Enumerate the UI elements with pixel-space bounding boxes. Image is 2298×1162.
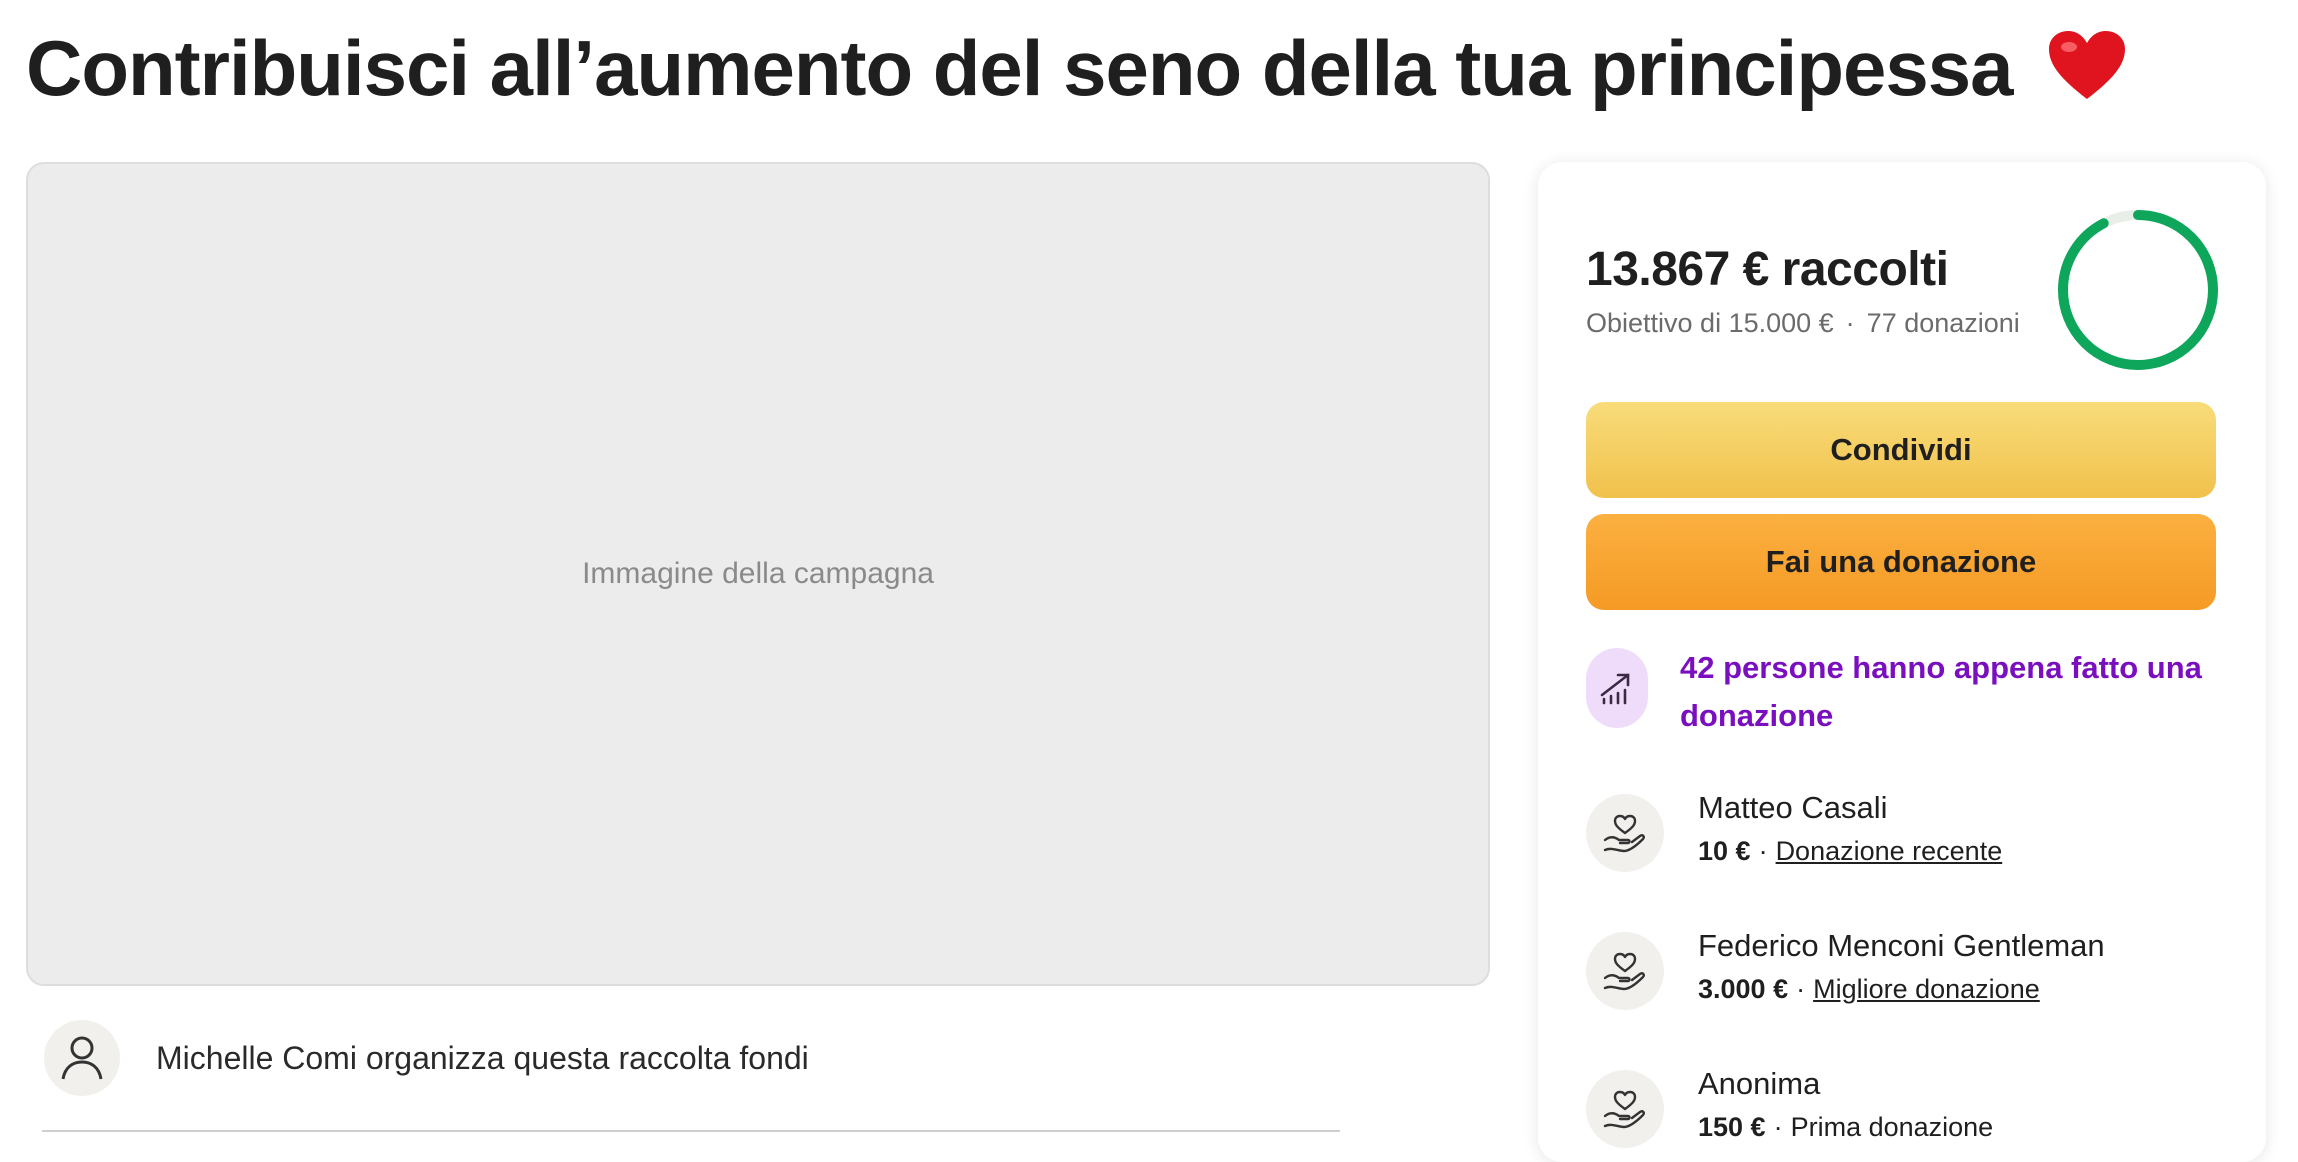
donate-button[interactable]: Fai una donazione (1586, 514, 2216, 610)
donor-amount: 3.000 € (1698, 974, 1789, 1004)
donor-tag-link[interactable]: Migliore donazione (1813, 974, 2040, 1004)
donor-tag-link[interactable]: Prima donazione (1791, 1112, 1994, 1142)
person-icon (44, 1020, 120, 1096)
progress-ring (2058, 210, 2218, 370)
organizer-row: Michelle Comi organizza questa raccolta … (44, 1020, 809, 1096)
donor-amount: 10 € (1698, 836, 1751, 866)
donor-meta: 10 € · Donazione recente (1698, 836, 2002, 867)
goal-separator: · (1845, 308, 1855, 338)
donor-item: Anonima 150 € · Prima donazione (1586, 1066, 2226, 1156)
divider (42, 1130, 1340, 1132)
heart-emoji-icon (2047, 24, 2127, 124)
donor-item: Federico Menconi Gentleman 3.000 € · Migli… (1586, 928, 2226, 1018)
goal-line: Obiettivo di 15.000 € · 77 donazioni (1586, 308, 2020, 339)
campaign-image-placeholder: Immagine della campagna (582, 557, 934, 590)
raised-amount: 13.867 € raccolti (1586, 243, 1949, 296)
campaign-image: Immagine della campagna (26, 162, 1490, 986)
donor-name: Anonima (1698, 1066, 1821, 1101)
donor-meta: 3.000 € · Migliore donazione (1698, 974, 2040, 1005)
donor-item: Matteo Casali 10 € · Donazione recente (1586, 790, 2226, 880)
heart-hand-icon (1586, 932, 1664, 1010)
organizer-text: Michelle Comi organizza questa raccolta … (156, 1039, 809, 1076)
donor-name: Matteo Casali (1698, 790, 1888, 825)
donation-panel: 13.867 € raccolti Obiettivo di 15.000 € ·… (1538, 162, 2266, 1162)
page-title: Contribuisci all’aumento del seno della … (26, 18, 2127, 124)
donor-tag-link[interactable]: Donazione recente (1776, 836, 2003, 866)
donor-separator: · (1773, 1112, 1783, 1142)
goal-amount: Obiettivo di 15.000 € (1586, 308, 1834, 338)
progress-ring-fill (2058, 210, 2218, 370)
donor-separator: · (1796, 974, 1806, 1004)
heart-hand-icon (1586, 1070, 1664, 1148)
donor-meta: 150 € · Prima donazione (1698, 1112, 1993, 1143)
donor-name: Federico Menconi Gentleman (1698, 928, 2105, 963)
donor-separator: · (1758, 836, 1768, 866)
page-title-text: Contribuisci all’aumento del seno della … (26, 24, 2013, 112)
heart-hand-icon (1586, 794, 1664, 872)
trending-up-icon (1586, 648, 1648, 728)
share-button[interactable]: Condividi (1586, 402, 2216, 498)
donation-count: 77 donazioni (1866, 308, 2020, 338)
trend-text: 42 persone hanno appena fatto una donazi… (1680, 650, 2202, 733)
donor-amount: 150 € (1698, 1112, 1766, 1142)
